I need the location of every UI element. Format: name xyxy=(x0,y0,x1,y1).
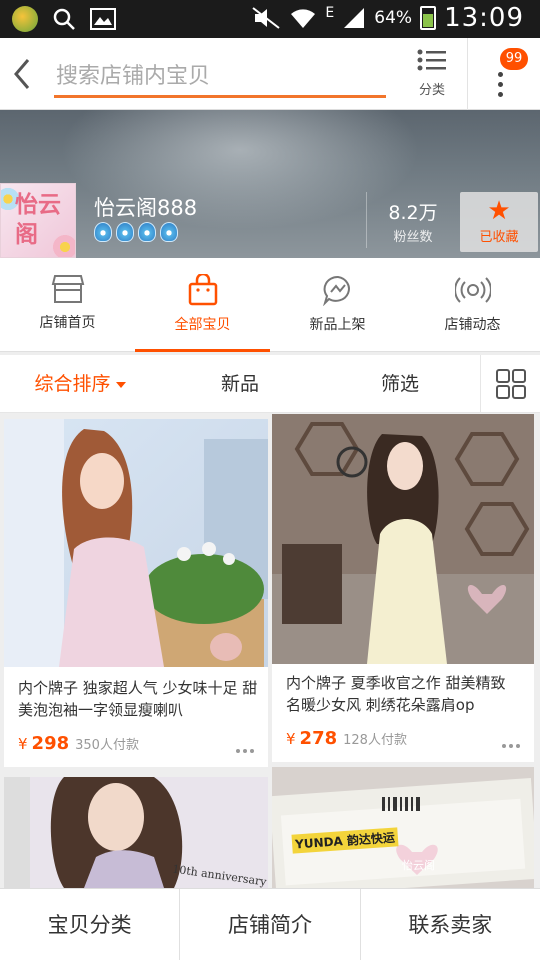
favorite-label: 已收藏 xyxy=(479,230,519,245)
search-icon xyxy=(53,8,75,30)
shop-name: 怡云阁888 xyxy=(94,196,198,220)
clock: 13:09 xyxy=(444,3,524,33)
sort-new-button[interactable]: 新品 xyxy=(160,355,320,413)
product-card[interactable]: 10th anniversary xyxy=(4,777,268,888)
crown-icon xyxy=(160,222,178,242)
product-image[interactable]: 10th anniversary xyxy=(4,777,268,888)
gallery-icon xyxy=(90,8,116,30)
tab-shop-home[interactable]: 店铺首页 xyxy=(0,258,135,352)
sales-count: 128人付款 xyxy=(343,733,407,748)
tab-label: 全部宝贝 xyxy=(174,317,231,333)
price-row: ¥278 128人付款 xyxy=(286,728,407,749)
product-card[interactable]: 内个牌子 独家超人气 少女味十足 甜美泡泡袖一字领显瘦喇叭 ¥298 350人付款 xyxy=(4,419,268,767)
back-button[interactable] xyxy=(8,52,38,96)
favorite-button[interactable]: ★ 已收藏 xyxy=(460,192,538,252)
sales-count: 350人付款 xyxy=(75,738,139,753)
battery-percent: 64% xyxy=(374,8,413,28)
crown-icon xyxy=(94,222,112,242)
battery-icon xyxy=(420,6,437,30)
more-options-icon[interactable] xyxy=(236,749,254,753)
fans-count: 8.2万 xyxy=(388,202,438,224)
tab-label: 新品上架 xyxy=(309,317,366,333)
product-price: 278 xyxy=(299,728,338,749)
notification-badge: 99 xyxy=(500,48,528,70)
shop-intro-button[interactable]: 店铺简介 xyxy=(180,889,361,960)
shop-logo[interactable]: 怡云阁 xyxy=(0,183,76,258)
crown-icon xyxy=(138,222,156,242)
header-divider xyxy=(467,38,468,110)
wifi-icon xyxy=(291,9,316,28)
currency-symbol: ¥ xyxy=(18,735,28,753)
tab-new-arrivals[interactable]: 新品上架 xyxy=(270,258,405,352)
product-image[interactable] xyxy=(272,414,534,664)
product-price: 298 xyxy=(31,733,70,754)
search-input[interactable] xyxy=(54,58,386,98)
product-title[interactable]: 内个牌子 夏季收官之作 甜美精致 名暖少女风 刺绣花朵露肩op xyxy=(286,672,524,716)
fans-label: 粉丝数 xyxy=(393,230,433,245)
star-icon: ★ xyxy=(487,196,511,226)
product-image[interactable] xyxy=(4,419,268,667)
tab-label: 店铺首页 xyxy=(39,315,96,331)
dropdown-caret-icon xyxy=(115,381,126,388)
tab-label: 店铺动态 xyxy=(444,317,501,333)
sort-new-label: 新品 xyxy=(220,373,259,395)
filter-label: 筛选 xyxy=(380,373,419,395)
list-icon xyxy=(417,49,446,71)
network-type: E xyxy=(325,5,335,21)
shop-rating-crowns xyxy=(94,222,178,242)
product-title[interactable]: 内个牌子 独家超人气 少女味十足 甜美泡泡袖一字领显瘦喇叭 xyxy=(18,677,258,721)
shop-tabs: 店铺首页 全部宝贝 新品上架 店铺动态 xyxy=(0,258,540,352)
sort-default-label: 综合排序 xyxy=(34,373,111,395)
back-arrow-icon xyxy=(14,59,30,89)
tab-all-items[interactable]: 全部宝贝 xyxy=(135,258,270,352)
category-button[interactable]: 分类 xyxy=(408,48,456,106)
product-card[interactable]: 内个牌子 夏季收官之作 甜美精致 名暖少女风 刺绣花朵露肩op ¥278 128人… xyxy=(272,414,534,762)
signal-icon xyxy=(344,8,365,28)
shop-icon xyxy=(51,275,84,303)
status-bar: E 64% 13:09 xyxy=(0,0,540,38)
currency-symbol: ¥ xyxy=(286,730,296,748)
filter-button[interactable]: 筛选 xyxy=(320,355,480,413)
broadcast-icon xyxy=(454,277,491,303)
tab-shop-updates[interactable]: 店铺动态 xyxy=(405,258,540,352)
contact-seller-button[interactable]: 联系卖家 xyxy=(361,889,540,960)
item-categories-button[interactable]: 宝贝分类 xyxy=(0,889,181,960)
watermark-text: 怡云阁 xyxy=(402,859,435,872)
crown-icon xyxy=(116,222,134,242)
search-header: 分类 99 xyxy=(0,38,540,110)
shop-logo-text: 怡云阁 xyxy=(15,191,61,248)
more-vertical-icon xyxy=(498,72,503,97)
price-row: ¥298 350人付款 xyxy=(18,733,139,754)
product-card[interactable]: YUNDA 韵达快运 怡云阁 xyxy=(272,767,534,888)
new-arrivals-icon xyxy=(322,275,350,306)
shop-banner: 怡云阁 怡云阁888 8.2万 粉丝数 ★ 已收藏 xyxy=(0,110,540,258)
bag-icon xyxy=(188,274,217,306)
grid-view-icon xyxy=(496,369,526,399)
more-options-icon[interactable] xyxy=(502,744,520,748)
more-menu-button[interactable]: 99 xyxy=(482,48,532,106)
sort-default-button[interactable]: 综合排序 xyxy=(0,355,160,413)
product-image[interactable]: YUNDA 韵达快运 怡云阁 xyxy=(272,767,534,888)
sort-bar: 综合排序 新品 筛选 xyxy=(0,355,540,413)
fans-divider xyxy=(366,192,367,248)
app-notification-icon xyxy=(12,6,38,32)
product-photo xyxy=(272,414,534,664)
view-toggle-button[interactable] xyxy=(480,355,540,413)
bottom-bar: 宝贝分类 店铺简介 联系卖家 xyxy=(0,888,540,960)
mute-icon xyxy=(252,7,281,29)
category-label: 分类 xyxy=(418,83,445,98)
product-photo xyxy=(4,419,268,667)
